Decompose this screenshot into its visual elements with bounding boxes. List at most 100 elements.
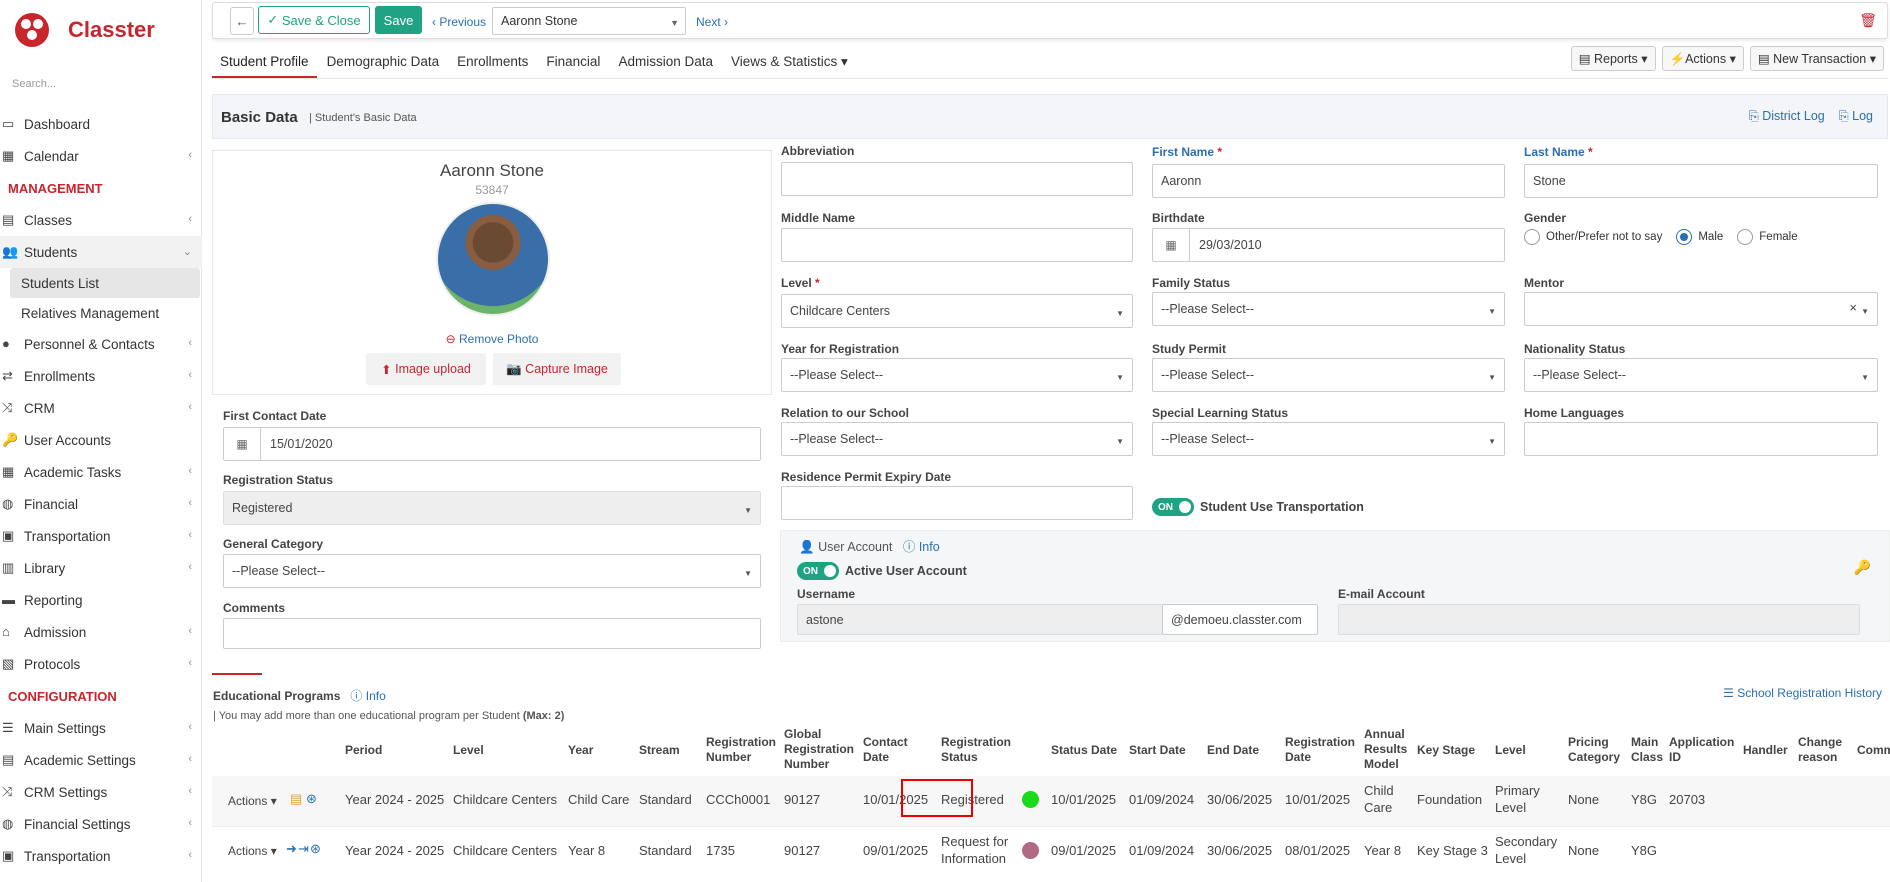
abbreviation-input[interactable] bbox=[781, 162, 1133, 196]
header-level-2[interactable]: Level bbox=[1495, 743, 1526, 758]
user-search-icon[interactable]: ⊛ bbox=[306, 790, 317, 807]
actions-button[interactable]: ⚡Actions ▾ bbox=[1661, 46, 1744, 71]
middle-name-input[interactable] bbox=[781, 228, 1133, 262]
header-global-registration-number[interactable]: Global Registration Number bbox=[784, 727, 859, 772]
sidebar-item-dashboard[interactable]: ▭ Dashboard bbox=[0, 108, 202, 140]
transport-toggle[interactable]: ON bbox=[1152, 498, 1194, 516]
reports-button[interactable]: ▤ Reports ▾ bbox=[1570, 46, 1656, 71]
username-input[interactable]: astone bbox=[797, 604, 1163, 635]
remove-photo-link[interactable]: ⊖ Remove Photo bbox=[213, 332, 771, 346]
student-select[interactable]: Aaronn Stone ▼ bbox=[492, 7, 686, 35]
header-main-class[interactable]: Main Class bbox=[1631, 735, 1666, 765]
sidebar-item-enrollments[interactable]: ⇄ Enrollments ‹ bbox=[0, 360, 202, 392]
study-permit-select[interactable]: --Please Select-- ▼ bbox=[1152, 358, 1505, 392]
first-name-input[interactable]: Aaronn bbox=[1152, 164, 1505, 198]
gender-female-radio[interactable]: Female bbox=[1737, 229, 1798, 245]
arrow-right-icon[interactable]: ➜ bbox=[286, 840, 297, 857]
tab-demographic-data[interactable]: Demographic Data bbox=[319, 48, 448, 78]
sidebar-item-financial-settings[interactable]: ◍ Financial Settings ‹ bbox=[0, 808, 202, 840]
sidebar-item-protocols[interactable]: ▧ Protocols ‹ bbox=[0, 648, 202, 680]
sidebar-item-relatives[interactable]: Relatives Management bbox=[0, 298, 202, 328]
header-application-id[interactable]: Application ID bbox=[1669, 735, 1739, 765]
sidebar-item-transportation[interactable]: ▣ Transportation ‹ bbox=[0, 520, 202, 552]
relation-select[interactable]: --Please Select-- ▼ bbox=[781, 422, 1133, 456]
tab-student-profile[interactable]: Student Profile bbox=[212, 48, 317, 78]
user-search-icon[interactable]: ⊛ bbox=[310, 840, 321, 857]
gender-other-radio[interactable]: Other/Prefer not to say bbox=[1524, 229, 1662, 245]
sidebar-item-students[interactable]: 👥 Students ⌄ bbox=[0, 236, 202, 268]
active-user-toggle[interactable]: ON bbox=[797, 562, 839, 580]
birthdate-field[interactable]: ▦ 29/03/2010 bbox=[1152, 228, 1505, 262]
header-period[interactable]: Period bbox=[345, 743, 382, 758]
header-key-stage[interactable]: Key Stage bbox=[1417, 743, 1475, 758]
key-icon[interactable]: 🔑 bbox=[1854, 559, 1871, 576]
header-annual-results-model[interactable]: Annual Results Model bbox=[1364, 727, 1412, 772]
header-comm[interactable]: Comm bbox=[1857, 743, 1890, 758]
save-button[interactable]: Save bbox=[375, 6, 422, 34]
home-languages-input[interactable] bbox=[1524, 422, 1878, 456]
header-registration-status[interactable]: Registration Status bbox=[941, 735, 1021, 765]
capture-image-button[interactable]: 📷 Capture Image bbox=[493, 353, 621, 385]
special-learning-select[interactable]: --Please Select-- ▼ bbox=[1152, 422, 1505, 456]
tab-views-statistics[interactable]: Views & Statistics ▾ bbox=[723, 48, 856, 78]
header-end-date[interactable]: End Date bbox=[1207, 743, 1259, 758]
sidebar-item-academic-settings[interactable]: ▤ Academic Settings ‹ bbox=[0, 744, 202, 776]
row-actions-button[interactable]: Actions ▾ bbox=[228, 793, 277, 810]
district-log-link[interactable]: ⎘ District Log bbox=[1749, 109, 1825, 123]
header-status-date[interactable]: Status Date bbox=[1051, 743, 1117, 758]
family-status-select[interactable]: --Please Select-- ▼ bbox=[1152, 292, 1505, 326]
registration-status-select[interactable]: Registered ▼ bbox=[223, 491, 761, 525]
year-registration-select[interactable]: --Please Select-- ▼ bbox=[781, 358, 1133, 392]
trash-icon[interactable]: 🗑 bbox=[1859, 12, 1877, 29]
header-start-date[interactable]: Start Date bbox=[1129, 743, 1186, 758]
programs-info-link[interactable]: ⓘ Info bbox=[350, 689, 385, 703]
first-contact-date-field[interactable]: ▦ 15/01/2020 bbox=[223, 427, 761, 461]
tab-enrollments[interactable]: Enrollments bbox=[449, 48, 536, 78]
tab-admission-data[interactable]: Admission Data bbox=[610, 48, 721, 78]
general-category-select[interactable]: --Please Select-- ▼ bbox=[223, 554, 761, 588]
school-registration-history-link[interactable]: ☰ School Registration History bbox=[1723, 686, 1882, 700]
tab-financial[interactable]: Financial bbox=[538, 48, 608, 78]
app-logo[interactable]: Classter bbox=[12, 10, 155, 50]
header-handler[interactable]: Handler bbox=[1743, 743, 1788, 758]
header-pricing-category[interactable]: Pricing Category bbox=[1568, 735, 1623, 765]
header-stream[interactable]: Stream bbox=[639, 743, 680, 758]
sidebar-item-library[interactable]: ▥ Library ‹ bbox=[0, 552, 202, 584]
header-registration-number[interactable]: Registration Number bbox=[706, 735, 776, 765]
level-select[interactable]: Childcare Centers ▼ bbox=[781, 294, 1133, 328]
sidebar-item-main-settings[interactable]: ☰ Main Settings ‹ bbox=[0, 712, 202, 744]
sidebar-item-reporting[interactable]: ▬ Reporting bbox=[0, 584, 202, 616]
previous-link[interactable]: ‹ Previous bbox=[432, 15, 486, 29]
sidebar-item-financial[interactable]: ◍ Financial ‹ bbox=[0, 488, 202, 520]
nationality-status-select[interactable]: --Please Select-- ▼ bbox=[1524, 358, 1878, 392]
last-name-input[interactable]: Stone bbox=[1524, 164, 1878, 198]
clear-icon[interactable]: × bbox=[1849, 300, 1857, 315]
header-year[interactable]: Year bbox=[568, 743, 593, 758]
next-link[interactable]: Next › bbox=[696, 15, 728, 29]
residence-permit-input[interactable] bbox=[781, 486, 1133, 520]
header-change-reason[interactable]: Change reason bbox=[1798, 735, 1848, 765]
gender-male-radio[interactable]: Male bbox=[1676, 229, 1723, 245]
header-registration-date[interactable]: Registration Date bbox=[1285, 735, 1355, 765]
image-upload-button[interactable]: ⬆ Image upload bbox=[366, 353, 486, 385]
sidebar-search-input[interactable]: Search... bbox=[12, 78, 56, 90]
sidebar-item-transportation-settings[interactable]: ▣ Transportation ‹ bbox=[0, 840, 202, 872]
sign-in-icon[interactable]: ⇥ bbox=[298, 840, 309, 857]
sidebar-item-crm[interactable]: ⤨ CRM ‹ bbox=[0, 392, 202, 424]
email-input[interactable] bbox=[1338, 604, 1860, 635]
row-actions-button[interactable]: Actions ▾ bbox=[228, 843, 277, 860]
save-close-button[interactable]: ✓ Save & Close bbox=[258, 6, 370, 34]
mentor-select[interactable]: × ▼ bbox=[1524, 292, 1878, 326]
sidebar-item-user-accounts[interactable]: 🔑 User Accounts bbox=[0, 424, 202, 456]
back-button[interactable]: ← bbox=[230, 7, 254, 35]
sidebar-item-crm-settings[interactable]: ⤨ CRM Settings ‹ bbox=[0, 776, 202, 808]
sidebar-item-admission[interactable]: ⌂ Admission ‹ bbox=[0, 616, 202, 648]
comments-textarea[interactable] bbox=[223, 618, 761, 649]
header-level[interactable]: Level bbox=[453, 743, 484, 758]
sidebar-item-academic-tasks[interactable]: ▦ Academic Tasks ‹ bbox=[0, 456, 202, 488]
log-link[interactable]: ⎘ Log bbox=[1839, 109, 1873, 123]
header-contact-date[interactable]: Contact Date bbox=[863, 735, 923, 765]
sidebar-item-classes[interactable]: ▤ Classes ‹ bbox=[0, 204, 202, 236]
sidebar-item-students-list[interactable]: Students List bbox=[10, 268, 200, 298]
sidebar-item-calendar[interactable]: ▦ Calendar ‹ bbox=[0, 140, 202, 172]
